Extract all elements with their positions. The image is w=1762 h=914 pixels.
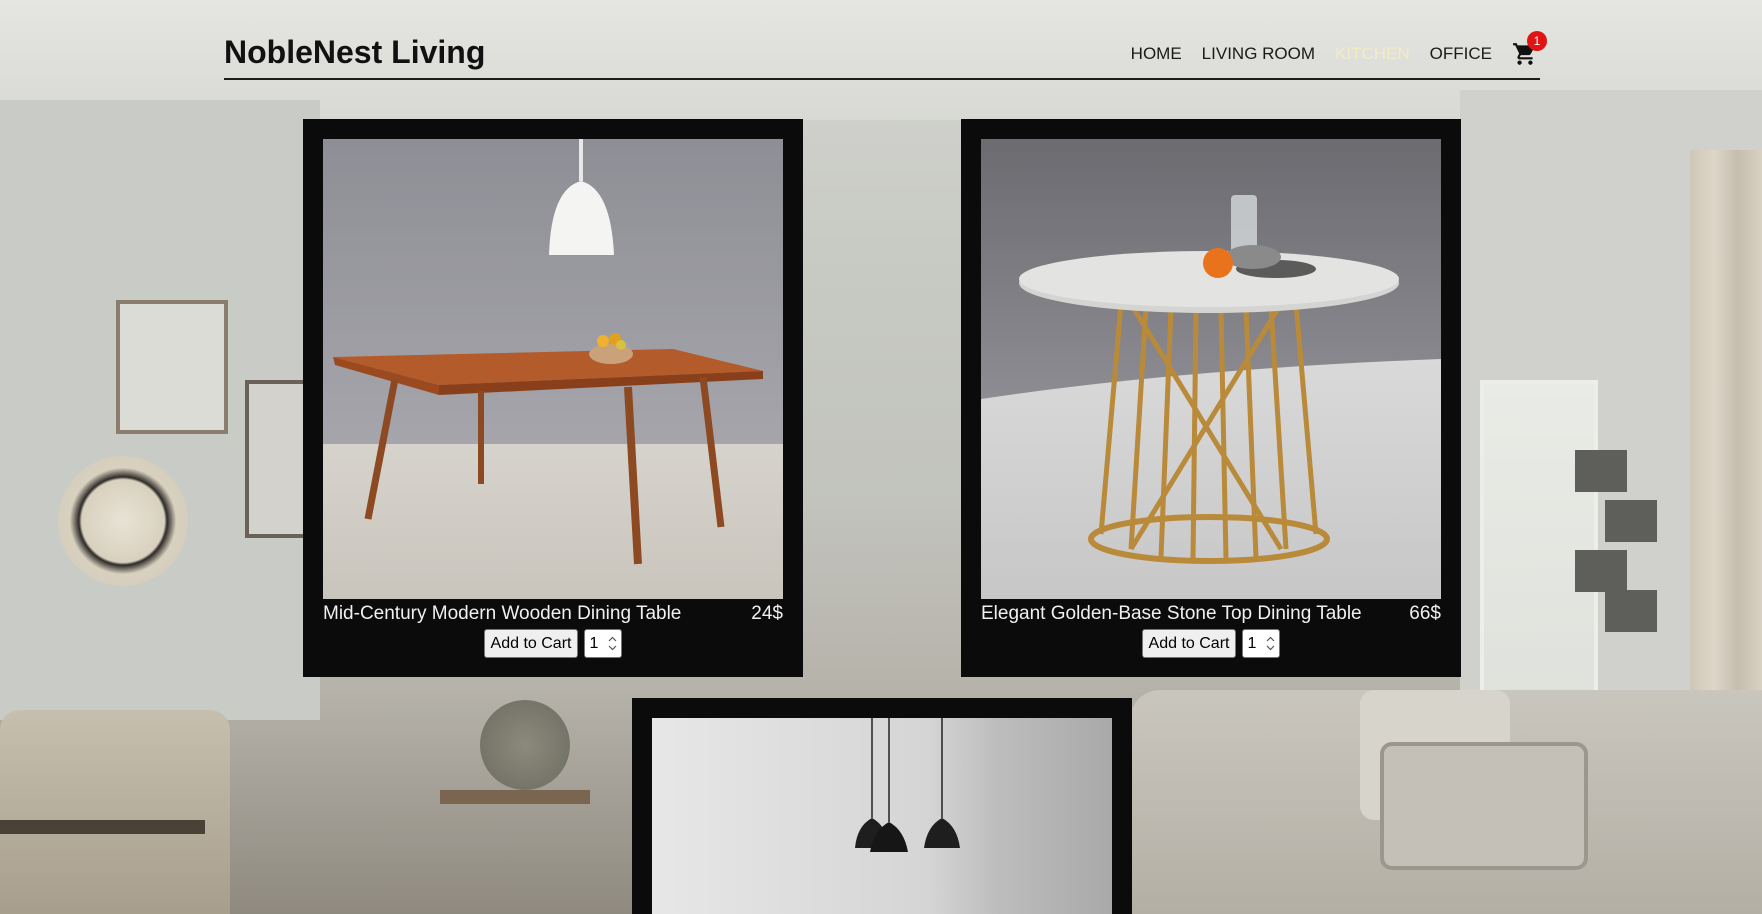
add-to-cart-button[interactable]: Add to Cart bbox=[483, 629, 579, 658]
wooden-table-photo bbox=[323, 139, 783, 599]
product-price: 24$ bbox=[751, 603, 783, 624]
cart-button[interactable]: 1 bbox=[1512, 31, 1547, 67]
spinner-arrows-icon[interactable] bbox=[1266, 636, 1275, 651]
site-logo[interactable]: NobleNest Living bbox=[224, 34, 485, 71]
product-info: Mid-Century Modern Wooden Dining Table 2… bbox=[323, 603, 783, 627]
quantity-value: 1 bbox=[589, 635, 599, 652]
quantity-stepper[interactable]: 1 bbox=[1242, 629, 1281, 658]
nav-item-kitchen[interactable]: KITCHEN bbox=[1335, 44, 1410, 64]
quantity-stepper[interactable]: 1 bbox=[584, 629, 623, 658]
product-card: Mid-Century Modern Wooden Dining Table 2… bbox=[303, 119, 803, 677]
quantity-value: 1 bbox=[1247, 635, 1257, 652]
product-actions: Add to Cart 1 bbox=[303, 629, 803, 658]
main-nav: HOME LIVING ROOM KITCHEN OFFICE 1 bbox=[1131, 31, 1547, 67]
spinner-arrows-icon[interactable] bbox=[608, 636, 617, 651]
product-card bbox=[632, 698, 1132, 914]
coffee-table bbox=[0, 820, 205, 834]
product-image[interactable] bbox=[981, 139, 1441, 599]
curtain bbox=[1690, 150, 1762, 750]
product-name[interactable]: Elegant Golden-Base Stone Top Dining Tab… bbox=[981, 603, 1362, 625]
product-actions: Add to Cart 1 bbox=[961, 629, 1461, 658]
product-image[interactable] bbox=[652, 718, 1112, 914]
nav-item-office[interactable]: OFFICE bbox=[1430, 44, 1492, 64]
product-name[interactable]: Mid-Century Modern Wooden Dining Table bbox=[323, 603, 681, 625]
product-info: Elegant Golden-Base Stone Top Dining Tab… bbox=[981, 603, 1441, 627]
nav-item-home[interactable]: HOME bbox=[1131, 44, 1182, 64]
pendant-lights-photo bbox=[652, 718, 1112, 914]
armchair bbox=[0, 710, 230, 914]
side-table bbox=[440, 790, 590, 804]
pillow bbox=[1380, 742, 1588, 870]
nav-item-living-room[interactable]: LIVING ROOM bbox=[1202, 44, 1315, 64]
wall-basket-decor bbox=[58, 456, 188, 586]
wall-frame bbox=[116, 300, 228, 434]
golden-table-photo bbox=[981, 139, 1441, 599]
plant-shelf bbox=[1575, 440, 1657, 640]
product-price: 66$ bbox=[1409, 603, 1441, 624]
site-header: NobleNest Living HOME LIVING ROOM KITCHE… bbox=[224, 28, 1547, 80]
product-image[interactable] bbox=[323, 139, 783, 599]
add-to-cart-button[interactable]: Add to Cart bbox=[1141, 629, 1237, 658]
plant bbox=[480, 700, 570, 790]
product-card: Elegant Golden-Base Stone Top Dining Tab… bbox=[961, 119, 1461, 677]
cart-count-badge: 1 bbox=[1527, 31, 1547, 51]
